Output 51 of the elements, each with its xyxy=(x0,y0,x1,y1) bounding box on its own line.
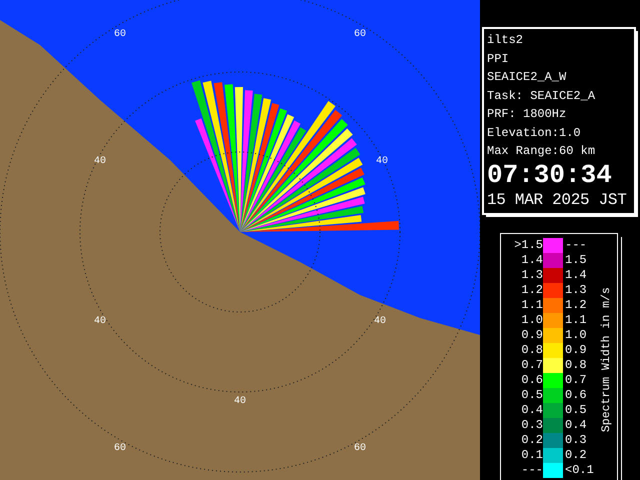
legend-high-value: 0.8 xyxy=(564,358,588,372)
legend-low-value: 0.3 xyxy=(520,418,543,432)
legend-high-value: 1.1 xyxy=(564,312,588,328)
legend-low-value: --- xyxy=(520,462,543,478)
legend-low-value: 0.4 xyxy=(520,402,543,418)
legend-low-value: 1.0 xyxy=(520,312,543,328)
legend-high-value: 1.5 xyxy=(564,252,588,268)
time-display: 07:30:34 xyxy=(487,160,612,188)
legend-low-value: >1.5 xyxy=(513,238,543,252)
range-label: 60 xyxy=(354,443,366,454)
range-label: 40 xyxy=(234,396,246,407)
legend-high-value: 0.3 xyxy=(564,432,588,448)
legend-high-value: 1.2 xyxy=(564,298,588,312)
legend-high-value: 0.6 xyxy=(564,388,588,402)
info-line: ilts2 xyxy=(487,32,524,49)
legend-low-value: 0.6 xyxy=(520,372,543,388)
legend-high-value: 0.7 xyxy=(564,372,588,388)
range-label: 40 xyxy=(94,316,106,327)
legend-high-value: 0.5 xyxy=(564,402,588,418)
range-label: 60 xyxy=(114,443,126,454)
range-label: 60 xyxy=(354,29,366,40)
legend-high-value: 1.0 xyxy=(564,328,588,342)
range-label: 40 xyxy=(94,156,106,167)
date-display: 15 MAR 2025 JST xyxy=(487,190,627,210)
legend-low-value: 0.9 xyxy=(520,328,543,342)
legend-high-value: 1.3 xyxy=(564,282,588,298)
legend-low-value: 0.8 xyxy=(520,342,543,358)
info-line: Elevation:1.0 xyxy=(487,124,581,142)
legend-low-value: 0.5 xyxy=(520,388,543,402)
info-line: Task: SEAICE2_A xyxy=(487,88,596,104)
legend-low-value: 1.3 xyxy=(520,268,543,282)
legend-high-value: 1.4 xyxy=(564,268,588,282)
legend-low-value: 0.2 xyxy=(520,432,543,448)
legend-title: Spectrum Width in m/s xyxy=(598,287,614,432)
legend-high-value: 0.2 xyxy=(564,448,588,462)
info-line: PRF: 1800Hz xyxy=(487,106,566,123)
legend-low-value: 0.7 xyxy=(520,358,543,372)
legend-low-value: 1.2 xyxy=(520,282,543,298)
legend-high-value: <0.1 xyxy=(564,462,595,478)
legend-low-value: 0.1 xyxy=(520,448,543,462)
legend-high-value: 0.9 xyxy=(564,342,588,358)
legend-high-value: 0.4 xyxy=(564,418,588,432)
range-label: 40 xyxy=(374,316,386,327)
info-line: PPI xyxy=(487,50,509,68)
legend-high-value: --- xyxy=(564,238,588,252)
range-label: 60 xyxy=(114,29,126,40)
info-line: Max Range:60 km xyxy=(487,143,596,160)
legend-low-value: 1.1 xyxy=(520,298,543,312)
legend-low-value: 1.4 xyxy=(520,252,543,268)
range-label: 40 xyxy=(376,156,388,167)
info-line: SEAICE2_A_W xyxy=(487,69,566,86)
